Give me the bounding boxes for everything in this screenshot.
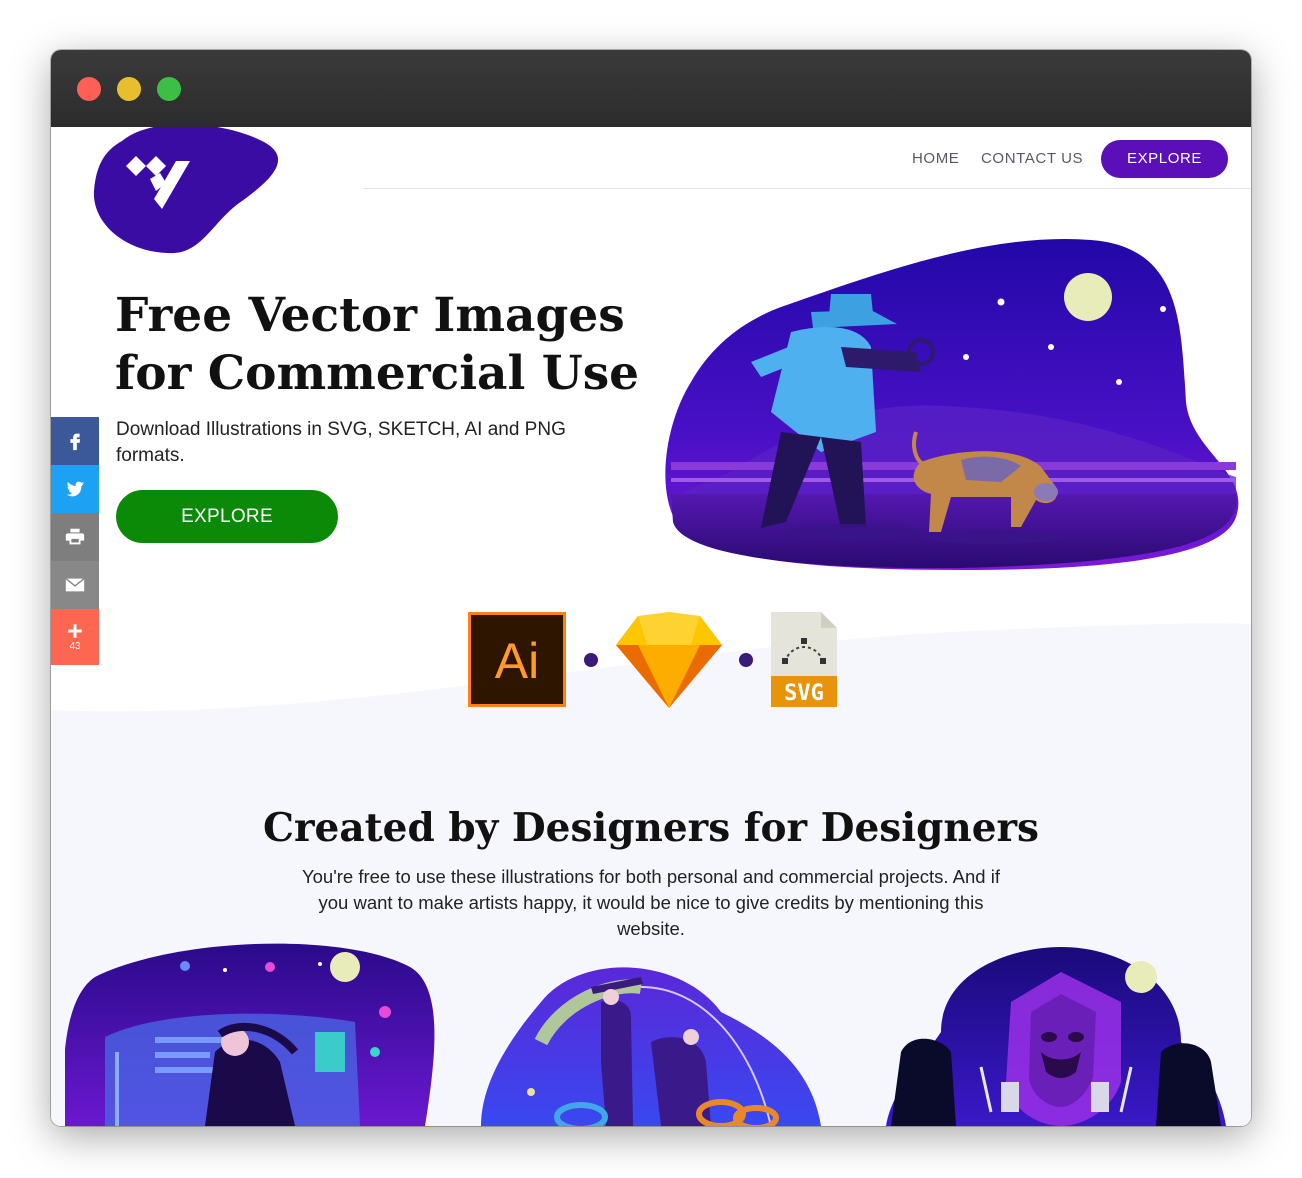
plus-icon	[68, 624, 82, 638]
hero-title-line2: for Commercial Use	[115, 346, 640, 401]
twitter-icon	[66, 481, 85, 497]
social-share-bar: 43	[51, 417, 99, 665]
nav-contact-link[interactable]: CONTACT US	[981, 150, 1083, 168]
detective-dog-illustration	[665, 238, 1239, 571]
twitter-share-button[interactable]	[51, 465, 99, 513]
browser-window: HOME CONTACT US EXPLORE Free Vector Imag…	[51, 50, 1251, 1126]
window-titlebar	[51, 50, 1251, 128]
separator-dot	[584, 653, 598, 667]
nav-divider	[364, 188, 1251, 189]
hero-subtitle: Download Illustrations in SVG, SKETCH, A…	[116, 419, 566, 466]
adobe-illustrator-icon: Ai	[468, 612, 566, 707]
sketch-icon	[616, 612, 722, 708]
web-page: HOME CONTACT US EXPLORE Free Vector Imag…	[51, 127, 1251, 1126]
developer-illustration	[65, 943, 435, 1126]
nav-explore-button[interactable]: EXPLORE	[1101, 140, 1228, 178]
email-share-button[interactable]	[51, 561, 99, 609]
hero-title: Free Vector Images for Commercial Use	[115, 287, 655, 403]
share-count: 43	[69, 641, 81, 652]
svg-icon-label: SVG	[784, 681, 824, 706]
facebook-share-button[interactable]	[51, 417, 99, 465]
site-logo[interactable]	[92, 127, 282, 256]
chain-breaking-illustration	[481, 967, 821, 1126]
ai-icon-label: Ai	[495, 633, 539, 689]
hero-title-line1: Free Vector Images	[115, 288, 625, 343]
more-share-button[interactable]: 43	[51, 609, 99, 665]
facebook-icon	[70, 433, 81, 451]
section-description: You're free to use these illustrations f…	[301, 866, 1000, 939]
format-icons-row: Ai SVG	[468, 612, 838, 710]
hero-explore-button[interactable]: EXPLORE	[116, 490, 338, 543]
maximize-window-button[interactable]	[157, 77, 181, 101]
separator-dot	[739, 653, 753, 667]
svg-file-icon: SVG	[771, 612, 837, 707]
printer-icon	[65, 528, 85, 545]
envelope-icon	[65, 578, 85, 592]
section-title: Created by Designers for Designers	[262, 805, 1040, 851]
close-window-button[interactable]	[77, 77, 101, 101]
print-share-button[interactable]	[51, 513, 99, 561]
minimize-window-button[interactable]	[117, 77, 141, 101]
cyber-security-shield-illustration	[886, 947, 1226, 1126]
nav-home-link[interactable]: HOME	[912, 150, 959, 168]
